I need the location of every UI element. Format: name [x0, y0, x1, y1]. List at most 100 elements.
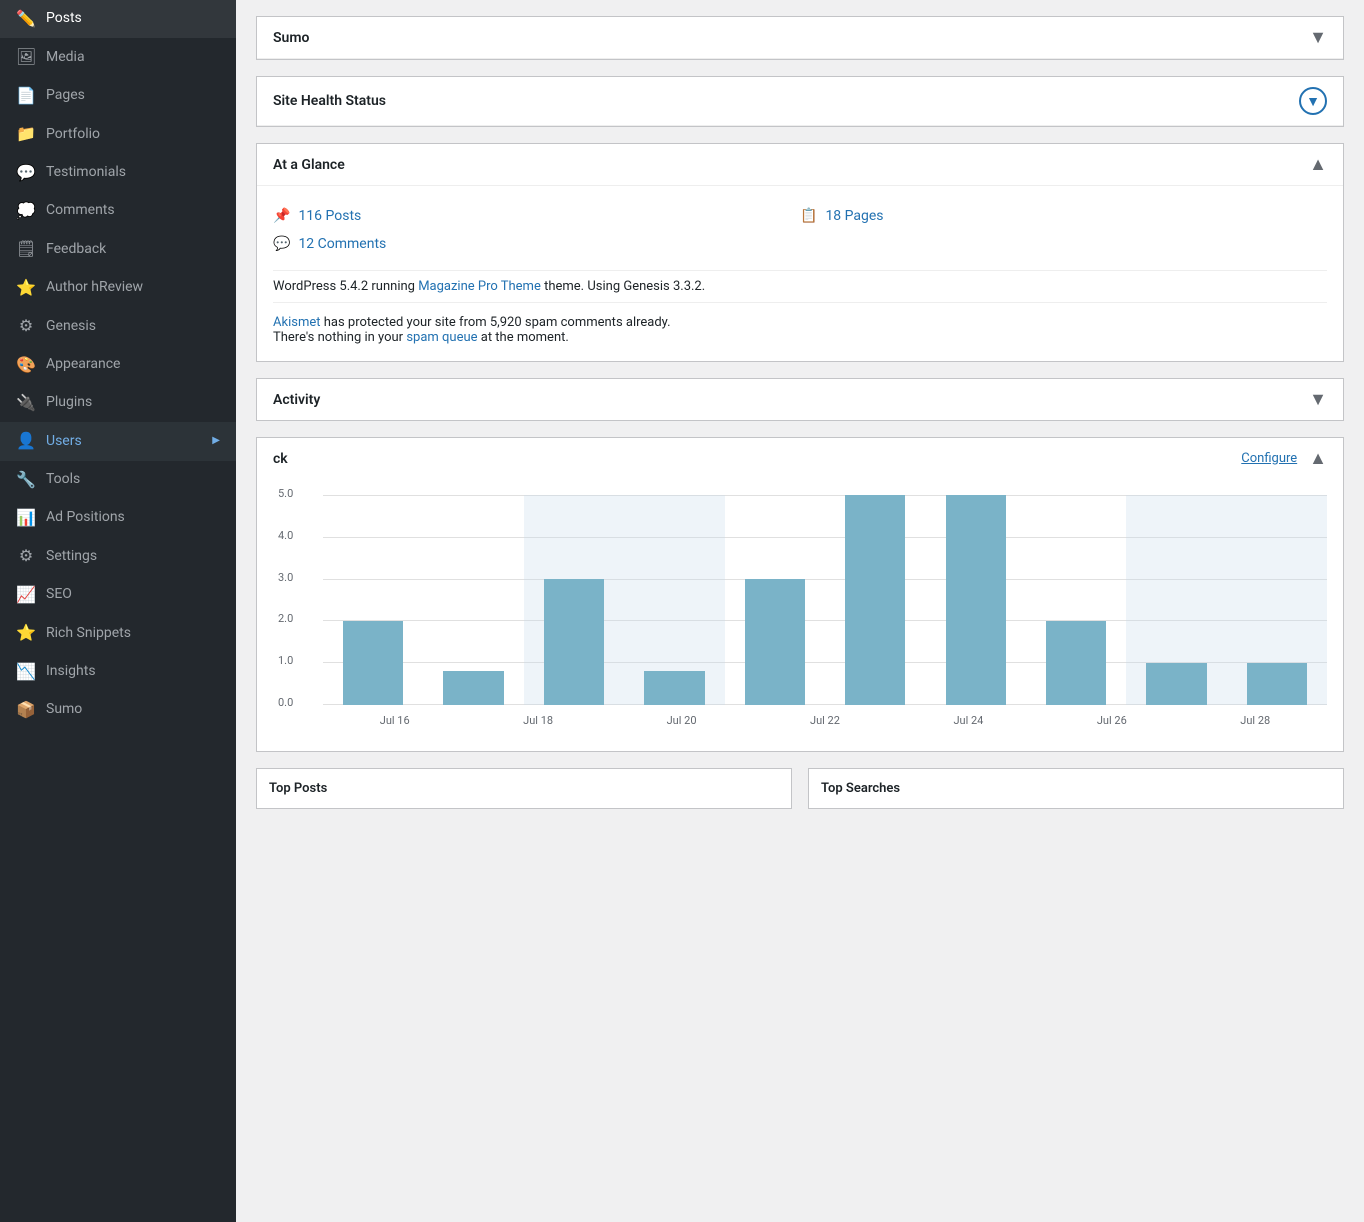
grid-label-0: 0.0 [278, 696, 293, 709]
bar-7 [1046, 621, 1106, 705]
comments-icon: 💭 [16, 200, 36, 222]
sidebar-item-label: Tools [46, 470, 220, 490]
grid-label-5: 5.0 [278, 487, 293, 500]
x-label-jul18: Jul 18 [466, 714, 609, 727]
bar-group-5 [825, 495, 925, 705]
bar-group-3 [624, 495, 724, 705]
sidebar-item-rich-snippets[interactable]: ⭐ Rich Snippets [0, 614, 236, 652]
sidebar-item-media[interactable]: 🖼 Media [0, 38, 236, 76]
bar-6 [946, 495, 1006, 705]
site-health-header[interactable]: Site Health Status ▼ [257, 77, 1343, 126]
bar-2 [544, 579, 604, 705]
sidebar-item-sumo[interactable]: 📦 Sumo [0, 691, 236, 729]
sidebar-item-testimonials[interactable]: 💬 Testimonials [0, 154, 236, 192]
posts-icon: ✏️ [16, 8, 36, 30]
site-health-toggle-icon: ▼ [1299, 87, 1327, 115]
sidebar-item-feedback[interactable]: 🗒 Feedback [0, 230, 236, 268]
testimonials-icon: 💬 [16, 162, 36, 184]
akismet-link[interactable]: Akismet [273, 315, 321, 330]
appearance-icon: 🎨 [16, 354, 36, 376]
wp-info-prefix: WordPress 5.4.2 running [273, 279, 418, 294]
activity-toggle: ▼ [1309, 389, 1327, 410]
sidebar-item-ad-positions[interactable]: 📊 Ad Positions [0, 499, 236, 537]
settings-icon: ⚙ [16, 545, 36, 567]
sidebar-item-users[interactable]: 👤 Users ▶ [0, 422, 236, 460]
activity-header[interactable]: Activity ▼ [257, 379, 1343, 420]
ad-positions-icon: 📊 [16, 507, 36, 529]
theme-link[interactable]: Magazine Pro Theme [418, 279, 541, 294]
posts-stat-link[interactable]: 116 Posts [298, 208, 361, 224]
sidebar-item-appearance[interactable]: 🎨 Appearance [0, 346, 236, 384]
sidebar-item-pages[interactable]: 📄 Pages [0, 77, 236, 115]
sidebar: ✏️ Posts 🖼 Media 📄 Pages 📁 Portfolio 💬 T… [0, 0, 236, 1222]
grid-label-4: 4.0 [278, 529, 293, 542]
sidebar-item-settings[interactable]: ⚙ Settings [0, 537, 236, 575]
sidebar-item-posts[interactable]: ✏️ Posts [0, 0, 236, 38]
bar-5 [845, 495, 905, 705]
activity-widget: Activity ▼ [256, 378, 1344, 421]
akismet-text: Akismet has protected your site from 5,9… [273, 302, 1327, 345]
sumo-widget-title: Sumo [273, 30, 309, 46]
bar-3 [644, 671, 704, 705]
submenu-arrow: ▶ [212, 434, 220, 448]
sidebar-item-insights[interactable]: 📉 Insights [0, 653, 236, 691]
sidebar-item-label: Testimonials [46, 163, 220, 183]
pages-icon: 📄 [16, 85, 36, 107]
portfolio-icon: 📁 [16, 123, 36, 145]
activity-title: Activity [273, 392, 320, 408]
at-a-glance-header[interactable]: At a Glance ▲ [257, 144, 1343, 186]
sidebar-item-label: Media [46, 48, 220, 68]
bar-0 [343, 621, 403, 705]
sidebar-item-genesis[interactable]: ⚙ Genesis [0, 307, 236, 345]
insights-icon: 📉 [16, 661, 36, 683]
x-label-jul20: Jul 20 [610, 714, 753, 727]
site-health-title: Site Health Status [273, 93, 386, 109]
sidebar-item-tools[interactable]: 🔧 Tools [0, 461, 236, 499]
x-label-jul28: Jul 28 [1184, 714, 1327, 727]
bar-group-9 [1227, 495, 1327, 705]
pages-stat: 📋 18 Pages [800, 202, 1327, 230]
comments-stat: 💬 12 Comments [273, 230, 800, 258]
plugins-icon: 🔌 [16, 392, 36, 414]
seo-icon: 📈 [16, 584, 36, 606]
sumo-widget-header[interactable]: Sumo ▼ [257, 17, 1343, 59]
sidebar-item-label: Author hReview [46, 278, 220, 298]
bar-group-8 [1126, 495, 1226, 705]
sidebar-item-label: Ad Positions [46, 508, 220, 528]
comments-stat-link[interactable]: 12 Comments [298, 236, 386, 252]
bar-group-6 [925, 495, 1025, 705]
sidebar-item-label: Portfolio [46, 125, 220, 145]
sumo-toggle-icon: ▼ [1309, 27, 1327, 48]
users-menu-container: 👤 Users ▶ All Users Add New Your Profile [0, 422, 236, 460]
top-searches-title: Top Searches [821, 781, 900, 796]
genesis-icon: ⚙ [16, 315, 36, 337]
akismet-text1: has protected your site from 5,920 spam … [321, 315, 671, 330]
bar-group-1 [423, 495, 523, 705]
sidebar-item-plugins[interactable]: 🔌 Plugins [0, 384, 236, 422]
bar-group-7 [1026, 495, 1126, 705]
grid-label-1: 1.0 [278, 654, 293, 667]
users-icon: 👤 [16, 430, 36, 452]
sidebar-item-label: Genesis [46, 317, 220, 337]
top-posts-title: Top Posts [269, 781, 327, 796]
tools-icon: 🔧 [16, 469, 36, 491]
sidebar-item-seo[interactable]: 📈 SEO [0, 576, 236, 614]
sidebar-item-label: Appearance [46, 355, 220, 375]
x-label-jul16: Jul 16 [323, 714, 466, 727]
bar-8 [1146, 663, 1206, 705]
x-label-jul26: Jul 26 [1040, 714, 1183, 727]
sidebar-item-author-hreview[interactable]: ⭐ Author hReview [0, 269, 236, 307]
pages-stat-link[interactable]: 18 Pages [825, 208, 883, 224]
comments-stat-icon: 💬 [273, 236, 290, 252]
pages-stat-icon: 📋 [800, 208, 817, 224]
configure-link[interactable]: Configure [1241, 451, 1297, 466]
site-health-widget: Site Health Status ▼ [256, 76, 1344, 127]
grid-label-3: 3.0 [278, 571, 293, 584]
wp-info-suffix: theme. Using Genesis 3.3.2. [541, 279, 705, 294]
spam-queue-link[interactable]: spam queue [406, 330, 477, 345]
at-a-glance-body: 📌 116 Posts 📋 18 Pages 💬 12 Comments Wor… [257, 186, 1343, 361]
x-labels: Jul 16 Jul 18 Jul 20 Jul 22 Jul 24 Jul 2… [323, 705, 1327, 735]
bar-1 [443, 671, 503, 705]
sidebar-item-comments[interactable]: 💭 Comments [0, 192, 236, 230]
sidebar-item-portfolio[interactable]: 📁 Portfolio [0, 115, 236, 153]
